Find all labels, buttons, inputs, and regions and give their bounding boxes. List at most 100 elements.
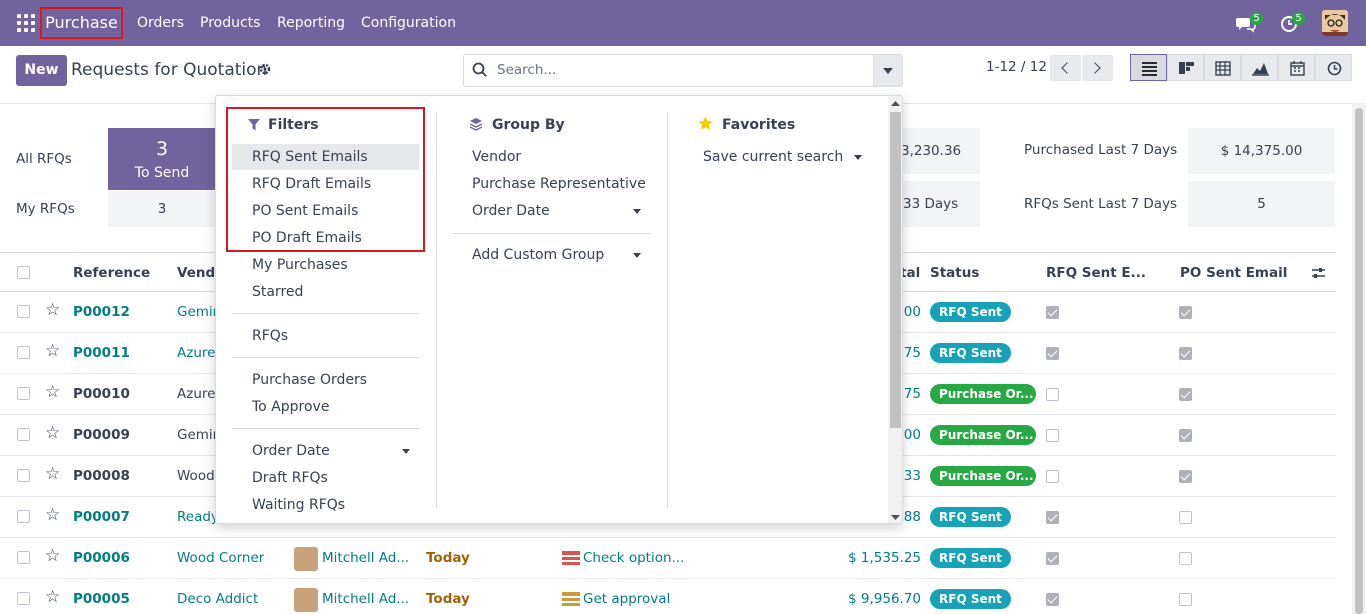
graph-view-button[interactable]	[1241, 54, 1278, 81]
rfqs-sent-last-7-value[interactable]: 5	[1188, 181, 1335, 227]
col-po-sent-email[interactable]: PO Sent Email	[1180, 253, 1287, 293]
row-reference[interactable]: P00005	[73, 579, 130, 614]
group-order-date[interactable]: Order Date	[472, 202, 550, 220]
row-vendor[interactable]: Azure	[177, 333, 215, 373]
row-vendor[interactable]: Wood	[177, 456, 215, 496]
gear-icon[interactable]	[259, 63, 271, 75]
star-icon[interactable]: ☆	[45, 464, 60, 484]
add-custom-group[interactable]: Add Custom Group	[472, 246, 604, 264]
row-reference[interactable]: P00009	[73, 415, 130, 455]
status-badge: Purchase Or...	[930, 425, 1036, 445]
search-input[interactable]	[497, 59, 857, 81]
row-reference[interactable]: P00006	[73, 538, 130, 578]
search-panel-toggle[interactable]	[873, 55, 902, 86]
filters-separator	[232, 313, 419, 314]
row-vendor[interactable]: Ready	[177, 497, 219, 537]
my-to-send-tile[interactable]: 3	[108, 191, 216, 227]
row-checkbox[interactable]	[17, 387, 30, 400]
filter-my-purchases[interactable]: My Purchases	[252, 256, 348, 274]
row-activity[interactable]: Get approval	[583, 579, 670, 614]
row-checkbox[interactable]	[17, 469, 30, 482]
star-icon[interactable]: ☆	[45, 546, 60, 566]
new-button[interactable]: New	[16, 55, 67, 86]
star-icon[interactable]: ☆	[45, 587, 60, 607]
filter-starred[interactable]: Starred	[252, 283, 303, 301]
menu-configuration[interactable]: Configuration	[361, 0, 456, 46]
star-icon[interactable]: ☆	[45, 341, 60, 361]
apps-menu-icon[interactable]	[17, 14, 35, 32]
activity-icon[interactable]	[562, 550, 580, 566]
status-badge: Purchase Or...	[930, 466, 1036, 486]
po-sent-checkbox	[1179, 347, 1192, 360]
status-badge: RFQ Sent	[930, 589, 1011, 609]
activity-icon[interactable]	[562, 591, 580, 607]
pager-next[interactable]	[1082, 55, 1113, 81]
user-avatar[interactable]	[1322, 10, 1348, 36]
app-name-link[interactable]: Purchase	[40, 7, 123, 39]
pager-previous[interactable]	[1050, 55, 1081, 81]
select-all-checkbox[interactable]	[17, 266, 30, 279]
star-icon[interactable]: ☆	[45, 505, 60, 525]
row-reference[interactable]: P00011	[73, 333, 130, 373]
row-activity[interactable]: Check option...	[583, 538, 684, 578]
menu-orders[interactable]: Orders	[137, 0, 184, 46]
kanban-view-button[interactable]	[1167, 54, 1204, 81]
save-current-search[interactable]: Save current search	[703, 148, 843, 166]
row-buyer[interactable]: Mitchell Ad...	[322, 538, 409, 578]
filter-order-date[interactable]: Order Date	[252, 442, 330, 460]
dropdown-scrollbar-thumb[interactable]	[890, 112, 901, 428]
star-icon[interactable]: ☆	[45, 300, 60, 320]
list-view-button[interactable]	[1130, 54, 1167, 81]
row-checkbox[interactable]	[17, 510, 30, 523]
row-checkbox[interactable]	[17, 305, 30, 318]
filter-to-approve[interactable]: To Approve	[252, 398, 329, 416]
optional-columns-icon[interactable]	[1311, 266, 1326, 280]
purchased-last-7-value[interactable]: $ 14,375.00	[1188, 128, 1335, 174]
col-reference[interactable]: Reference	[73, 253, 150, 293]
filter-purchase-orders[interactable]: Purchase Orders	[252, 371, 367, 389]
row-buyer[interactable]: Mitchell Ad...	[322, 579, 409, 614]
scroll-down-icon[interactable]	[891, 515, 900, 521]
row-vendor[interactable]: Wood Corner	[177, 538, 264, 578]
filter-waiting-rfqs[interactable]: Waiting RFQs	[252, 496, 345, 514]
messages-badge: 5	[1250, 12, 1263, 25]
pivot-view-button[interactable]	[1204, 54, 1241, 81]
row-reference[interactable]: P00008	[73, 456, 130, 496]
rfq-sent-checkbox	[1046, 511, 1059, 524]
page-scrollbar-thumb[interactable]	[1355, 108, 1363, 614]
filter-draft-rfqs[interactable]: Draft RFQs	[252, 469, 328, 487]
star-icon[interactable]: ☆	[45, 423, 60, 443]
table-row[interactable]: ☆ P00006 Wood Corner Mitchell Ad... Today Che…	[0, 538, 1336, 579]
row-vendor[interactable]: Deco Addict	[177, 579, 258, 614]
menu-products[interactable]: Products	[200, 0, 260, 46]
activity-view-button[interactable]	[1315, 54, 1352, 81]
scroll-up-icon[interactable]	[891, 100, 900, 106]
row-checkbox[interactable]	[17, 428, 30, 441]
row-total: $ 1,535.25	[848, 550, 921, 566]
col-total[interactable]: tal	[900, 253, 920, 293]
pager-value[interactable]: 1-12 / 12	[986, 58, 1047, 76]
to-send-tile[interactable]: 3 To Send	[108, 128, 216, 190]
filter-rfqs[interactable]: RFQs	[252, 327, 288, 345]
calendar-view-button[interactable]	[1278, 54, 1315, 81]
row-checkbox[interactable]	[17, 592, 30, 605]
messages-button[interactable]: 5	[1234, 0, 1264, 46]
top-navbar: Purchase Orders Products Reporting Confi…	[0, 0, 1366, 46]
activity-view-icon	[1327, 61, 1342, 76]
star-icon[interactable]: ☆	[45, 382, 60, 402]
activities-button[interactable]: 5	[1278, 0, 1308, 46]
group-vendor[interactable]: Vendor	[472, 148, 521, 166]
row-vendor[interactable]: Azure	[177, 374, 215, 414]
row-reference[interactable]: P00010	[73, 374, 130, 414]
row-checkbox[interactable]	[17, 551, 30, 564]
rfq-sent-checkbox	[1046, 470, 1059, 483]
row-checkbox[interactable]	[17, 346, 30, 359]
col-status[interactable]: Status	[930, 253, 979, 293]
col-rfq-sent-email[interactable]: RFQ Sent E...	[1046, 253, 1146, 293]
row-reference[interactable]: P00012	[73, 292, 130, 332]
row-reference[interactable]: P00007	[73, 497, 130, 537]
table-row[interactable]: ☆ P00005 Deco Addict Mitchell Ad... Today Get…	[0, 579, 1336, 614]
search-icon	[472, 62, 487, 77]
menu-reporting[interactable]: Reporting	[277, 0, 345, 46]
group-purchase-representative[interactable]: Purchase Representative	[472, 175, 646, 193]
